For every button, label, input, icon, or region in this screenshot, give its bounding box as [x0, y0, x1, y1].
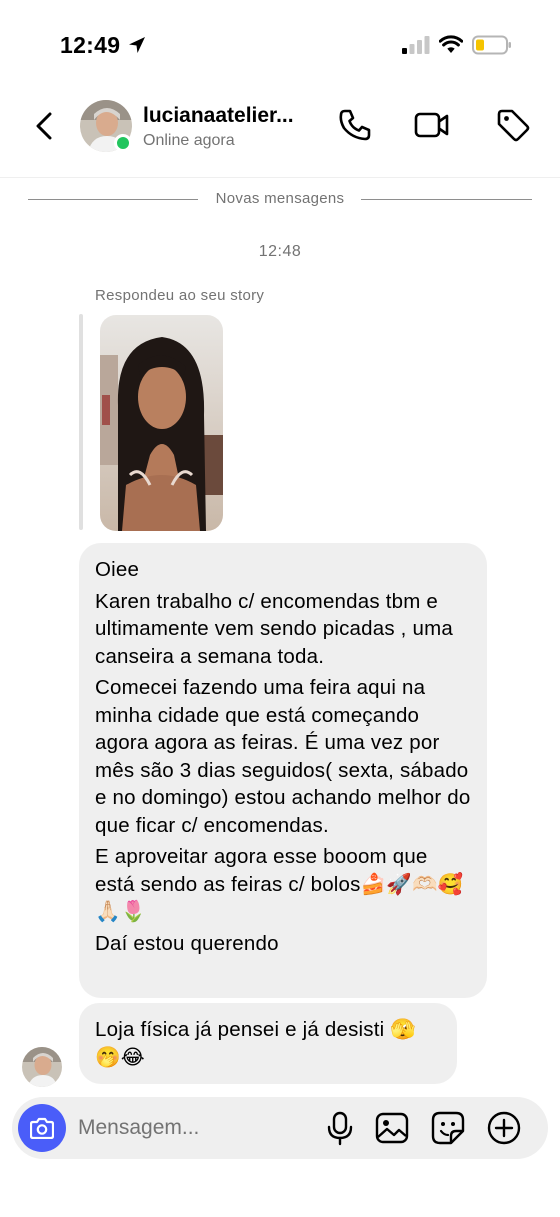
message-input[interactable] [78, 1111, 308, 1145]
new-messages-divider: Novas mensagens [28, 190, 532, 210]
wifi-icon [439, 35, 463, 53]
microphone-icon[interactable] [322, 1110, 358, 1146]
status-bar: 12:49 [0, 0, 560, 92]
message-paragraph: Daí estou querendo [95, 931, 279, 955]
phone-icon[interactable] [336, 106, 374, 144]
story-reply-indicator [79, 314, 83, 530]
contact-status: Online agora [143, 132, 235, 149]
image-icon[interactable] [374, 1110, 410, 1146]
video-camera-icon[interactable] [412, 106, 450, 144]
contact-name[interactable]: lucianaatelier... [143, 104, 294, 128]
online-status-dot [114, 134, 132, 152]
message-paragraph: Karen trabalho c/ encomendas tbm e ultim… [95, 589, 453, 668]
message-paragraph: Comecei fazendo uma feira aqui na minha … [95, 676, 471, 837]
message-bubble[interactable]: Loja física já pensei e já desisti 🫣🤭😂 [79, 1003, 457, 1084]
divider-line-right [361, 199, 532, 200]
camera-button[interactable] [18, 1104, 66, 1152]
tag-icon[interactable] [494, 106, 532, 144]
message-paragraph: Oiee [95, 558, 140, 581]
message-text: Loja física já pensei e já desisti 🫣🤭😂 [95, 1018, 417, 1069]
chat-header: lucianaatelier... Online agora [0, 92, 560, 178]
message-timestamp: 12:48 [258, 243, 302, 260]
plus-circle-icon[interactable] [486, 1110, 522, 1146]
battery-icon [472, 35, 511, 55]
back-chevron-icon[interactable] [28, 108, 62, 144]
message-composer [12, 1097, 548, 1159]
message-bubble[interactable]: Oiee Karen trabalho c/ encomendas tbm e … [79, 543, 487, 998]
status-time: 12:49 [60, 32, 121, 58]
story-thumbnail[interactable] [100, 315, 223, 531]
message-paragraph: E aproveitar agora esse booom que está s… [95, 845, 464, 923]
story-reply-label: Respondeu ao seu story [95, 287, 265, 304]
sender-avatar[interactable] [22, 1047, 62, 1087]
sticker-icon[interactable] [430, 1110, 466, 1146]
cellular-signal-icon [402, 36, 430, 54]
camera-icon [30, 1117, 54, 1139]
location-arrow-icon [129, 37, 145, 53]
